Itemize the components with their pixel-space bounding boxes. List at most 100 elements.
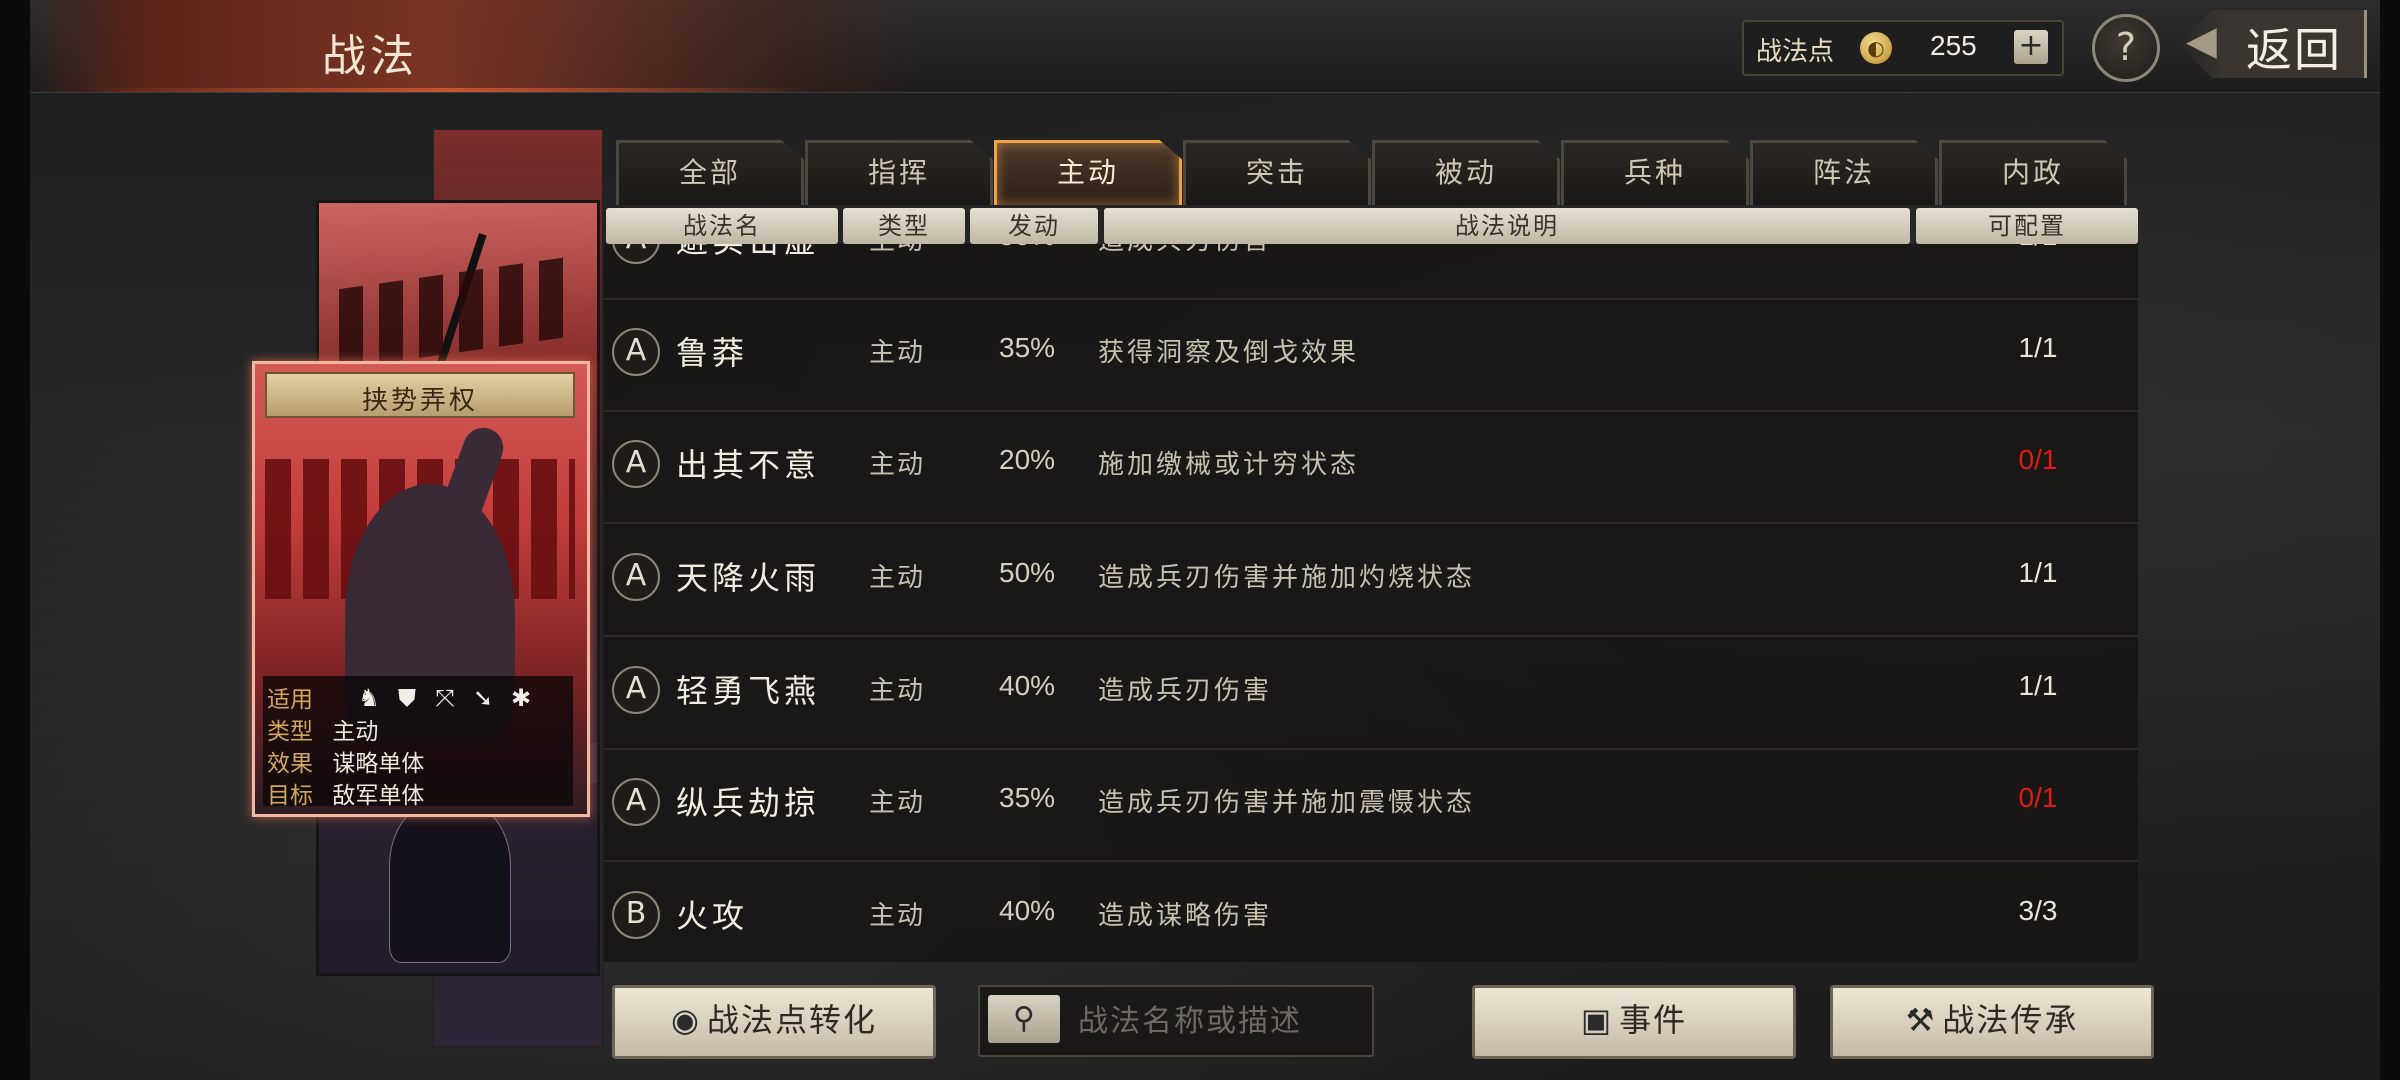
column-header-config[interactable]: 可配置 [1916, 208, 2138, 244]
tab-internal[interactable]: 内政 [1939, 140, 2127, 205]
left-frame-edge [0, 0, 30, 1080]
hammer-icon: ⚒ [1905, 1001, 1937, 1039]
tactic-desc: 施加缴械或计穷状态 [1098, 450, 1360, 480]
event-button[interactable]: ▣ 事件 [1472, 985, 1796, 1059]
tactic-rate: 50% [999, 244, 1055, 252]
tab-active[interactable]: 主动 [994, 140, 1182, 205]
column-header-desc: 战法说明 [1104, 208, 1910, 244]
right-frame-edge [2380, 0, 2400, 1080]
tactic-name: 纵兵劫掠 [676, 784, 821, 822]
column-header-rate[interactable]: 发动 [970, 208, 1098, 244]
tactic-type: 主动 [869, 338, 926, 368]
tab-formation[interactable]: 阵法 [1750, 140, 1938, 205]
card-name-band: 挟势弄权 [265, 372, 575, 418]
alert-icon: ▣ [1580, 1001, 1614, 1039]
tactic-row[interactable]: A 轻勇飞燕 主动 40% 造成兵刃伤害 1/1 [604, 636, 2138, 750]
help-button[interactable]: ? [2092, 14, 2160, 82]
title-plate [30, 0, 930, 92]
back-arrow-icon: ◀ [2186, 18, 2217, 64]
flame-icon: ◉ [671, 1001, 701, 1039]
tactic-row[interactable]: B 火攻 主动 40% 造成谋略伤害 3/3 [604, 861, 2138, 962]
tactic-type: 主动 [869, 676, 926, 706]
tactic-row[interactable]: A 天降火雨 主动 50% 造成兵刃伤害并施加灼烧状态 1/1 [604, 523, 2138, 637]
tactic-points-box: 战法点 ◐ 255 + [1742, 20, 2064, 76]
tactic-config: 1/1 [2018, 557, 2058, 588]
grade-badge: A [612, 778, 660, 826]
info-key: 适用 [267, 687, 313, 713]
cavalry-icon: ♞ [358, 684, 380, 712]
card-info-row: 适用 ♞ ⛊ ⤧ ➘ ✱ [267, 680, 531, 713]
tactic-name: 出其不意 [676, 446, 821, 484]
card-info-row: 类型 主动 [267, 712, 379, 745]
warriors-art [339, 256, 569, 370]
spear-icon: ➘ [472, 684, 494, 712]
tab-assault[interactable]: 突击 [1183, 140, 1371, 205]
selected-tactic-card[interactable]: 挟势弄权 适用 ♞ ⛊ ⤧ ➘ ✱ 类型 主动 效果 谋略单体 目标 敌军单体 [252, 361, 590, 817]
tactic-rate: 40% [999, 670, 1056, 701]
column-header-name[interactable]: 战法名 [606, 208, 838, 244]
tab-all[interactable]: 全部 [616, 140, 804, 205]
tactic-row[interactable]: A 避实击虚 主动 50% 造成兵刃伤害 1/1 [604, 244, 2138, 300]
search-input[interactable] [1076, 997, 1364, 1045]
tactic-rate: 40% [999, 895, 1056, 926]
grade-badge: A [612, 666, 660, 714]
back-button-label[interactable]: 返回 [2246, 14, 2342, 80]
troop-icons: ♞ ⛊ ⤧ ➘ ✱ [355, 684, 535, 712]
tactic-type: 主动 [869, 244, 925, 257]
tactic-row[interactable]: A 纵兵劫掠 主动 35% 造成兵刃伤害并施加震慑状态 0/1 [604, 748, 2138, 862]
card-info-row: 目标 敌军单体 [267, 776, 425, 809]
tactic-config: 0/1 [2018, 782, 2058, 813]
tactic-rate: 35% [999, 782, 1056, 813]
tactic-row[interactable]: A 出其不意 主动 20% 施加缴械或计穷状态 0/1 [604, 410, 2138, 524]
shield-icon: ⛊ [398, 684, 416, 712]
tactic-name: 天降火雨 [676, 559, 821, 597]
search-icon[interactable]: ⚲ [988, 995, 1060, 1043]
inherit-button[interactable]: ⚒ 战法传承 [1830, 985, 2154, 1059]
page-title: 战法 [322, 31, 418, 82]
tactic-desc: 造成兵刃伤害并施加震慑状态 [1098, 788, 1476, 818]
info-key: 目标 [267, 783, 313, 809]
info-key: 效果 [267, 751, 313, 777]
tab-command[interactable]: 指挥 [805, 140, 993, 205]
info-key: 类型 [267, 719, 313, 745]
convert-points-button[interactable]: ◉ 战法点转化 [612, 985, 936, 1059]
card-info-panel: 适用 ♞ ⛊ ⤧ ➘ ✱ 类型 主动 效果 谋略单体 目标 敌军单体 [263, 676, 573, 809]
tab-troop[interactable]: 兵种 [1561, 140, 1749, 205]
tactic-type: 主动 [869, 788, 926, 818]
info-value: 敌军单体 [332, 783, 425, 809]
tactic-name: 避实击虚 [676, 244, 820, 262]
search-box: ⚲ [978, 985, 1374, 1057]
tactic-desc: 造成兵刃伤害 [1098, 244, 1272, 257]
tactic-list[interactable]: A 避实击虚 主动 50% 造成兵刃伤害 1/1 A 鲁莽 主动 35% 获得洞… [604, 244, 2138, 962]
figure-art [389, 801, 511, 963]
tactic-desc: 造成兵刃伤害并施加灼烧状态 [1098, 563, 1476, 593]
tab-passive[interactable]: 被动 [1372, 140, 1560, 205]
card-info-row: 效果 谋略单体 [267, 744, 425, 777]
grade-badge: A [612, 244, 660, 264]
tactic-row[interactable]: A 鲁莽 主动 35% 获得洞察及倒戈效果 1/1 [604, 298, 2138, 412]
grade-badge: A [612, 553, 660, 601]
tactic-desc: 造成谋略伤害 [1098, 901, 1273, 931]
grade-badge: B [612, 891, 660, 939]
tactic-desc: 造成兵刃伤害 [1098, 676, 1273, 706]
event-label: 事件 [1619, 1001, 1688, 1039]
info-value: 谋略单体 [332, 751, 425, 777]
grade-badge: A [612, 440, 660, 488]
tactic-rate: 35% [999, 332, 1056, 363]
tactic-type: 主动 [869, 563, 926, 593]
grade-badge: A [612, 328, 660, 376]
tactic-type: 主动 [869, 450, 926, 480]
column-header-type[interactable]: 类型 [843, 208, 965, 244]
info-value: 主动 [332, 719, 379, 745]
add-points-button[interactable]: + [2014, 30, 2048, 64]
tactic-config: 1/1 [1998, 244, 2078, 252]
tactic-config: 1/1 [2018, 670, 2058, 701]
card-name: 挟势弄权 [361, 386, 478, 416]
tactic-points-label: 战法点 [1756, 37, 1835, 67]
convert-points-label: 战法点转化 [706, 1001, 877, 1039]
tactic-config: 3/3 [2018, 895, 2058, 926]
tactic-config: 1/1 [2018, 332, 2058, 363]
tactic-name: 火攻 [676, 897, 749, 935]
tactic-type: 主动 [869, 901, 926, 931]
tactic-name: 鲁莽 [676, 334, 749, 372]
